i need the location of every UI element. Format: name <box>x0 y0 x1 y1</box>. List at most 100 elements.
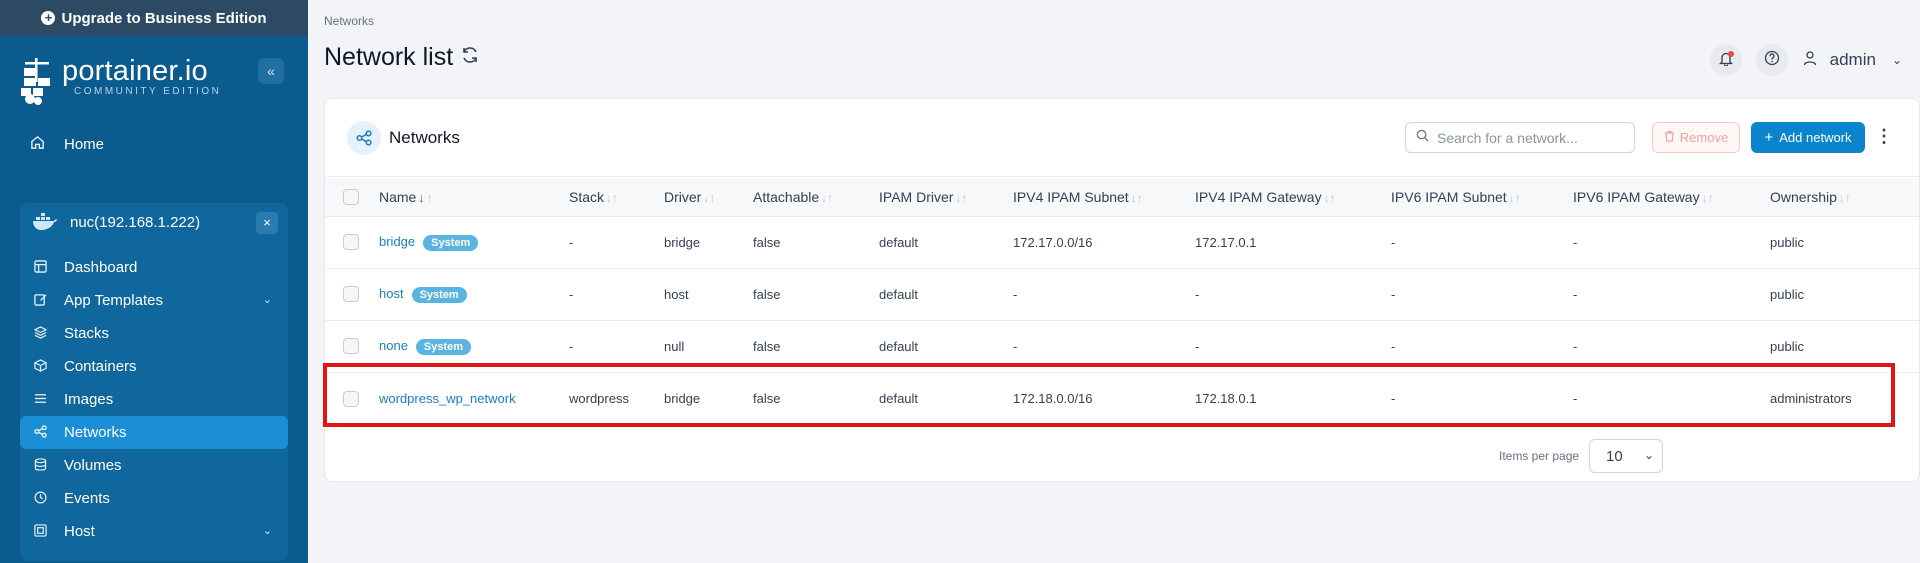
sort-icon: ↓↑ <box>955 190 968 205</box>
row-checkbox[interactable] <box>343 390 359 407</box>
column-header-attachable[interactable]: Attachable ↓↑ <box>753 178 879 216</box>
cell-ownership: public <box>1770 286 1804 302</box>
table-row: bridge System - bridge false default 172.… <box>325 216 1919 268</box>
column-header-stack[interactable]: Stack ↓↑ <box>569 178 664 216</box>
sidebar-item-containers[interactable]: Containers <box>20 350 288 383</box>
cell-driver: host <box>664 286 689 302</box>
sidebar-item-volumes[interactable]: Volumes <box>20 449 288 482</box>
home-icon <box>30 135 46 153</box>
breadcrumb[interactable]: Networks <box>324 14 374 28</box>
chevron-down-icon: ⌄ <box>1891 53 1902 67</box>
sidebar-item-app-templates[interactable]: App Templates ⌄ <box>20 284 288 317</box>
cell-ipv4-gateway: - <box>1195 338 1200 354</box>
network-name-link[interactable]: none <box>379 338 408 353</box>
cell-attachable: false <box>753 286 781 302</box>
sidebar-item-label: Host <box>64 523 95 540</box>
sidebar-item-label: App Templates <box>64 292 163 309</box>
search-input[interactable] <box>1437 129 1627 146</box>
cell-stack: - <box>569 338 574 354</box>
column-header-ipv4-gateway[interactable]: IPV4 IPAM Gateway ↓↑ <box>1195 178 1391 216</box>
cell-ipv4-subnet: 172.18.0.0/16 <box>1013 390 1093 406</box>
notification-dot <box>1727 51 1734 57</box>
cell-ipv4-subnet: 172.17.0.0/16 <box>1013 234 1093 250</box>
column-header-name[interactable]: Name ↓ ↑ <box>379 178 569 216</box>
chevron-down-icon[interactable]: ⌄ <box>263 524 272 537</box>
main-content: Networks Network list admin ⌄ Networks S… <box>308 0 1920 563</box>
cell-ipv6-subnet: - <box>1391 286 1396 302</box>
sidebar-item-label: Networks <box>64 424 127 441</box>
cell-ipv4-gateway: 172.17.0.1 <box>1195 234 1257 250</box>
network-name-link[interactable]: wordpress_wp_network <box>379 391 516 406</box>
system-badge: System <box>423 234 479 251</box>
networks-card: Networks Remove + Add network ⋮ Name↓↑ S… <box>323 98 1920 482</box>
sidebar-item-dashboard[interactable]: Dashboard <box>20 251 288 284</box>
cell-ipv6-subnet: - <box>1391 338 1396 354</box>
page-title: Network list <box>324 43 479 72</box>
more-options-icon[interactable]: ⋮ <box>1875 126 1893 147</box>
items-per-page-select[interactable]: 10 ⌄ <box>1589 439 1664 473</box>
column-header-ipam-driver[interactable]: IPAM Driver ↓↑ <box>879 178 1013 216</box>
cell-ownership: administrators <box>1770 390 1852 406</box>
trash-icon <box>1664 130 1675 145</box>
row-checkbox[interactable] <box>343 234 359 251</box>
add-network-button[interactable]: + Add network <box>1751 122 1865 153</box>
sidebar-item-host[interactable]: Host ⌄ <box>20 515 288 548</box>
cell-attachable: false <box>753 234 781 250</box>
cell-ipv4-subnet: - <box>1013 286 1018 302</box>
chevron-down-icon: ⌄ <box>1643 448 1655 462</box>
notifications-button[interactable] <box>1709 44 1742 76</box>
network-name-link[interactable]: host <box>379 286 404 301</box>
card-title: Networks <box>389 128 460 147</box>
logo[interactable]: portainer.io COMMUNITY EDITION <box>20 56 222 105</box>
sidebar-item-events[interactable]: Events <box>20 482 288 515</box>
sort-icon: ↓↑ <box>1508 190 1521 205</box>
sidebar-item-home[interactable]: Home <box>30 135 104 153</box>
sidebar-item-networks[interactable]: Networks <box>20 416 288 449</box>
host-icon <box>32 523 48 540</box>
row-checkbox[interactable] <box>343 286 359 303</box>
page-title-text: Network list <box>324 43 454 71</box>
pagination: Items per page 10 ⌄ <box>1499 439 1664 473</box>
cell-stack: - <box>569 286 574 302</box>
column-header-ipv6-gateway[interactable]: IPV6 IPAM Gateway ↓↑ <box>1573 178 1770 216</box>
remove-button[interactable]: Remove <box>1652 122 1740 153</box>
sidebar-item-label: Home <box>64 135 105 153</box>
upgrade-banner[interactable]: + Upgrade to Business Edition <box>0 0 308 36</box>
plus-icon: + <box>1764 129 1774 146</box>
upgrade-label: Upgrade to Business Edition <box>61 9 267 27</box>
table-row: wordpress_wp_network wordpress bridge fa… <box>325 372 1919 424</box>
sort-icon: ↑ <box>426 190 433 205</box>
network-name-link[interactable]: bridge <box>379 234 415 249</box>
help-button[interactable] <box>1755 44 1788 76</box>
logo-subtitle: COMMUNITY EDITION <box>74 86 222 97</box>
sort-icon: ↓↑ <box>1323 190 1336 205</box>
clock-icon <box>32 491 48 507</box>
column-header-driver[interactable]: Driver ↓↑ <box>664 178 753 216</box>
collapse-sidebar-button[interactable]: « <box>258 58 284 84</box>
table-row: host System - host false default - - - - … <box>325 268 1919 320</box>
close-environment-button[interactable]: × <box>256 212 278 234</box>
environment-nav: Dashboard App Templates ⌄ Stacks Contain… <box>20 251 288 548</box>
sidebar-item-stacks[interactable]: Stacks <box>20 317 288 350</box>
cell-ipv6-gateway: - <box>1573 286 1578 302</box>
network-icon <box>347 121 381 155</box>
column-header-ownership[interactable]: Ownership ↓↑ <box>1770 178 1919 216</box>
sort-icon: ↓↑ <box>821 190 834 205</box>
sort-icon: ↓↑ <box>1838 190 1851 205</box>
refresh-icon[interactable] <box>461 46 479 70</box>
user-menu[interactable]: admin ⌄ <box>1802 50 1902 71</box>
table-header-row: Name ↓ ↑ Stack ↓↑ Driver ↓↑ Attachable ↓↑ IPA… <box>325 178 1919 216</box>
dashboard-icon <box>32 259 48 276</box>
column-header-ipv6-subnet[interactable]: IPV6 IPAM Subnet ↓↑ <box>1391 178 1573 216</box>
cell-driver: bridge <box>664 390 701 406</box>
search-box[interactable] <box>1405 122 1635 153</box>
sidebar-item-images[interactable]: Images <box>20 383 288 416</box>
column-header-ipv4-subnet[interactable]: IPV4 IPAM Subnet ↓↑ <box>1013 178 1195 216</box>
docker-icon <box>32 213 58 231</box>
cell-ownership: public <box>1770 338 1804 354</box>
sidebar-item-label: Volumes <box>64 457 122 474</box>
chevron-down-icon[interactable]: ⌄ <box>263 293 272 306</box>
select-all-checkbox[interactable] <box>343 189 359 206</box>
row-checkbox[interactable] <box>343 338 359 355</box>
plus-circle-icon: + <box>41 11 56 25</box>
